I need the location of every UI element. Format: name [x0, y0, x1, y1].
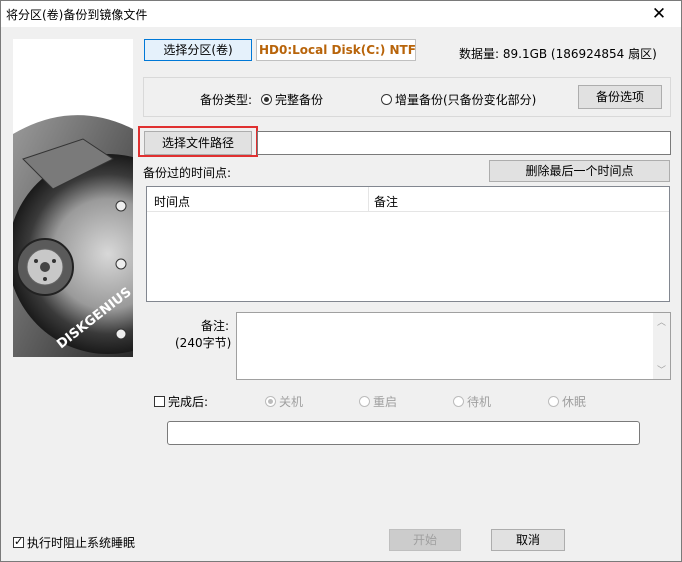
- delete-last-point-button[interactable]: 删除最后一个时间点: [489, 160, 670, 182]
- radio-button-icon[interactable]: [381, 94, 392, 105]
- hard-disk-image: DISKGENIUS: [13, 39, 133, 357]
- note-scrollbar[interactable]: ︿ ﹀: [653, 313, 670, 379]
- after-complete-label: 完成后:: [168, 395, 209, 409]
- radio-shutdown-label: 关机: [279, 395, 304, 409]
- data-size-text: 数据量: 89.1GB (186924854 扇区): [459, 47, 657, 61]
- radio-full-backup-label: 完整备份: [275, 93, 324, 107]
- radio-hibernate[interactable]: 休眠: [548, 393, 586, 410]
- table-header: 时间点 备注: [147, 187, 669, 212]
- status-text-box: [167, 421, 640, 445]
- note-size-label: (240字节): [175, 336, 232, 350]
- radio-standby[interactable]: 待机: [453, 393, 491, 410]
- scroll-up-icon[interactable]: ︿: [657, 315, 666, 328]
- radio-standby-label: 待机: [467, 395, 492, 409]
- start-button[interactable]: 开始: [389, 529, 461, 551]
- backup-type-label: 备份类型:: [200, 93, 253, 107]
- prevent-sleep-label: 执行时阻止系统睡眠: [27, 536, 136, 550]
- radio-incremental-label: 增量备份(只备份变化部分): [395, 93, 537, 107]
- history-label: 备份过的时间点:: [143, 166, 232, 180]
- radio-button-icon[interactable]: [359, 396, 370, 407]
- checkbox-icon[interactable]: [154, 396, 165, 407]
- scroll-down-icon[interactable]: ﹀: [657, 363, 666, 376]
- backup-dialog: 将分区(卷)备份到镜像文件 ✕ DISKGENIUS 选择分区(卷) HD0:L…: [0, 0, 682, 562]
- close-icon[interactable]: ✕: [639, 1, 679, 27]
- prevent-sleep-checkbox[interactable]: 执行时阻止系统睡眠: [13, 534, 135, 551]
- radio-shutdown[interactable]: 关机: [265, 393, 303, 410]
- radio-button-icon[interactable]: [265, 396, 276, 407]
- cancel-button[interactable]: 取消: [491, 529, 565, 551]
- history-table[interactable]: 时间点 备注: [146, 186, 670, 302]
- partition-display: HD0:Local Disk(C:) NTFS 2: [256, 39, 416, 61]
- radio-button-icon[interactable]: [261, 94, 272, 105]
- disk-illustration: DISKGENIUS: [13, 39, 133, 357]
- column-header-note[interactable]: 备注: [374, 193, 398, 210]
- radio-button-icon[interactable]: [453, 396, 464, 407]
- partition-name: HD0:Local Disk(C:) NTFS 2: [259, 43, 416, 57]
- highlight-box: [138, 126, 258, 157]
- title-bar: 将分区(卷)备份到镜像文件 ✕: [1, 1, 681, 27]
- note-textarea[interactable]: [236, 312, 671, 380]
- radio-hibernate-label: 休眠: [562, 395, 587, 409]
- radio-incremental-backup[interactable]: 增量备份(只备份变化部分): [381, 91, 536, 108]
- after-complete-checkbox[interactable]: 完成后:: [154, 393, 208, 410]
- backup-options-button[interactable]: 备份选项: [578, 85, 662, 109]
- radio-restart[interactable]: 重启: [359, 393, 397, 410]
- radio-button-icon[interactable]: [548, 396, 559, 407]
- radio-full-backup[interactable]: 完整备份: [261, 91, 323, 108]
- column-divider: [368, 187, 369, 211]
- checkbox-icon[interactable]: [13, 535, 24, 548]
- radio-restart-label: 重启: [373, 395, 398, 409]
- file-path-input[interactable]: [257, 131, 671, 155]
- note-label: 备注:: [201, 319, 230, 333]
- select-partition-button[interactable]: 选择分区(卷): [144, 39, 252, 61]
- column-header-time[interactable]: 时间点: [154, 193, 190, 210]
- window-title: 将分区(卷)备份到镜像文件: [6, 8, 148, 22]
